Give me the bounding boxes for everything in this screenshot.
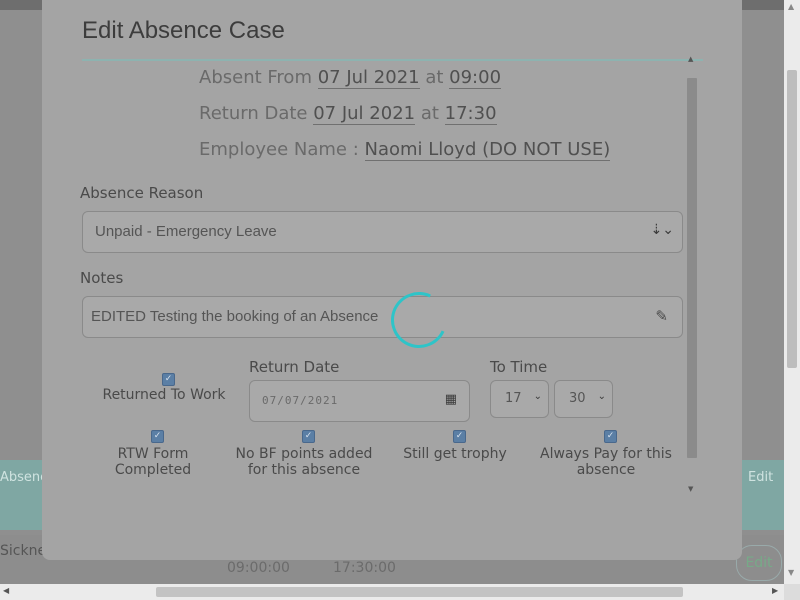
always-pay-checkbox[interactable]: ✓: [604, 430, 617, 443]
select-arrows-icon: ⇣⌄: [650, 222, 674, 238]
modal-divider: [82, 59, 703, 61]
return-date-field-label: Return Date: [249, 358, 340, 376]
notes-input[interactable]: EDITED Testing the booking of an Absence…: [82, 296, 683, 338]
always-pay-label-line2: absence: [576, 462, 636, 478]
notes-label: Notes: [80, 269, 124, 287]
calendar-icon: ▦: [444, 392, 457, 407]
return-time-value[interactable]: 17:30: [444, 103, 497, 125]
return-date-label: Return Date: [199, 103, 308, 124]
return-date-line: Return Date 07 Jul 2021 at 17:30: [199, 103, 497, 125]
employee-line: Employee Name : Naomi Lloyd (DO NOT USE): [199, 139, 611, 161]
scroll-up-icon[interactable]: ▲: [788, 2, 794, 11]
returned-to-work-label: Returned To Work: [102, 387, 226, 403]
minute-select[interactable]: 30 ⌄: [554, 380, 613, 418]
rtw-form-checkbox[interactable]: ✓: [151, 430, 164, 443]
return-date-value[interactable]: 07 Jul 2021: [313, 103, 416, 125]
scroll-down-icon[interactable]: ▼: [688, 485, 693, 493]
horizontal-scrollbar[interactable]: ◀ ▶: [0, 584, 784, 600]
scroll-right-icon[interactable]: ▶: [772, 586, 778, 595]
no-bf-label-line2: for this absence: [247, 462, 361, 478]
employee-name[interactable]: Naomi Lloyd (DO NOT USE): [364, 139, 611, 161]
still-get-trophy-checkbox[interactable]: ✓: [453, 430, 466, 443]
absence-reason-select[interactable]: Unpaid - Emergency Leave ⇣⌄: [82, 211, 683, 253]
chevron-down-icon: ⌄: [533, 391, 542, 402]
absent-from-date[interactable]: 07 Jul 2021: [317, 67, 420, 89]
return-date-input[interactable]: 07/07/2021 ▦: [249, 380, 470, 422]
edit-absence-modal: Edit Absence Case Absent From 07 Jul 202…: [42, 0, 742, 560]
background-teal-right-text: Edit: [748, 470, 774, 485]
absent-from-label: Absent From: [199, 67, 312, 88]
vertical-scrollbar[interactable]: ▲ ▼: [784, 0, 800, 584]
return-date-input-value: 07/07/2021: [262, 394, 339, 407]
background-row-end: 17:30:00: [333, 560, 396, 576]
employee-label: Employee Name :: [199, 139, 359, 160]
no-bf-label-line1: No BF points added: [235, 446, 373, 462]
hour-value: 17: [505, 391, 522, 406]
no-bf-points-checkbox[interactable]: ✓: [302, 430, 315, 443]
notes-value: EDITED Testing the booking of an Absence: [91, 308, 379, 325]
hour-select[interactable]: 17 ⌄: [490, 380, 549, 418]
returned-to-work-checkbox[interactable]: ✓: [162, 373, 175, 386]
scroll-up-icon[interactable]: ▲: [688, 55, 693, 63]
modal-title: Edit Absence Case: [82, 17, 285, 44]
rtw-form-label-line2: Completed: [114, 462, 192, 478]
rtw-form-label-line1: RTW Form: [117, 446, 189, 462]
pencil-icon: ✎: [655, 307, 668, 325]
return-date-at: at: [420, 103, 439, 124]
scroll-down-icon[interactable]: ▼: [788, 568, 794, 577]
to-time-label: To Time: [490, 358, 548, 376]
always-pay-label-line1: Always Pay for this: [540, 446, 672, 462]
absence-reason-value: Unpaid - Emergency Leave: [95, 223, 277, 240]
modal-scrollbar[interactable]: ▲ ▼: [685, 55, 699, 505]
scrollbar-corner: [784, 584, 800, 600]
modal-scrollbar-thumb[interactable]: [687, 78, 697, 458]
minute-value: 30: [569, 391, 586, 406]
scroll-left-icon[interactable]: ◀: [3, 586, 9, 595]
background-edit-button[interactable]: Edit: [736, 545, 782, 581]
always-pay-label: Always Pay for this absence: [532, 446, 680, 478]
vertical-scrollbar-thumb[interactable]: [787, 70, 797, 368]
no-bf-points-label: No BF points added for this absence: [228, 446, 380, 478]
modal-body: Absent From 07 Jul 2021 at 09:00 Return …: [42, 65, 702, 505]
horizontal-scrollbar-thumb[interactable]: [156, 587, 683, 597]
background-row-start: 09:00:00: [227, 560, 290, 576]
still-get-trophy-label: Still get trophy: [403, 446, 507, 462]
absent-from-at: at: [425, 67, 444, 88]
rtw-form-label: RTW Form Completed: [93, 446, 213, 478]
absent-from-line: Absent From 07 Jul 2021 at 09:00: [199, 67, 502, 89]
absent-from-time[interactable]: 09:00: [449, 67, 502, 89]
chevron-down-icon: ⌄: [597, 391, 606, 402]
absence-reason-label: Absence Reason: [80, 184, 204, 202]
